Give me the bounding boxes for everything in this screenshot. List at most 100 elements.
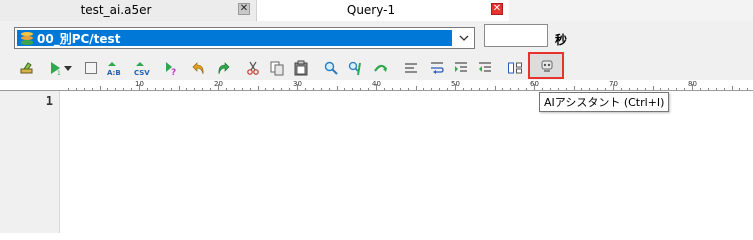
eraser-icon[interactable] (18, 59, 36, 77)
ruler-tick (747, 88, 749, 90)
paste-icon[interactable] (292, 59, 310, 77)
ruler-tick (312, 88, 314, 90)
ruler-tick (233, 88, 235, 90)
outdent-icon[interactable] (476, 59, 494, 77)
ruler-tick (360, 88, 362, 90)
ai-assistant-button[interactable] (528, 52, 564, 79)
ruler-tick (668, 88, 670, 90)
ruler-tick (549, 88, 551, 90)
ruler-tick (178, 86, 180, 90)
line-number: 1 (45, 94, 53, 108)
align-icon[interactable] (402, 59, 420, 77)
find-replace-icon[interactable] (346, 59, 364, 77)
tab-label: Query-1 (346, 3, 396, 17)
connection-select[interactable]: 00_別PC/test (14, 27, 475, 49)
tab-label: test_ai.a5er (80, 3, 152, 17)
tab-query-1[interactable]: Query-1 ✕ (257, 0, 509, 21)
cut-icon[interactable] (244, 59, 262, 77)
timeout-input[interactable] (484, 24, 548, 47)
ruler-tick (170, 88, 172, 90)
ruler-tick (715, 88, 717, 90)
close-icon[interactable]: ✕ (238, 3, 250, 15)
ruler-tick (462, 88, 464, 90)
indent-icon[interactable] (452, 59, 470, 77)
ruler-tick (431, 88, 433, 90)
column-ruler: 10 20 30 40 50 60 70 80 (0, 80, 753, 91)
ruler-tick (99, 86, 101, 90)
ruler-tick (186, 88, 188, 90)
ruler-tick (739, 88, 741, 90)
ruler-tick (194, 88, 196, 90)
ruler-tick (573, 86, 575, 90)
ruler-label: 80 (688, 80, 697, 88)
ruler-tick (115, 88, 117, 90)
tab-strip-empty (509, 0, 753, 21)
csv-export-icon[interactable]: CSV (134, 59, 152, 77)
tab-test-ai[interactable]: test_ai.a5er ✕ (0, 0, 257, 21)
ruler-tick (597, 88, 599, 90)
ruler-tick (518, 88, 520, 90)
ruler-tick (486, 88, 488, 90)
ruler-label: 70 (609, 80, 618, 88)
ruler-tick (281, 88, 283, 90)
ruler-tick (526, 88, 528, 90)
ruler-tick (336, 86, 338, 90)
ruler-tick (289, 88, 291, 90)
ruler-tick (383, 88, 385, 90)
ruler-tick (320, 88, 322, 90)
undo-icon[interactable] (190, 59, 208, 77)
ruler-tick (605, 88, 607, 90)
dropdown-arrow-icon[interactable] (62, 59, 74, 77)
line-wrap-icon[interactable] (428, 59, 446, 77)
line-number-gutter: 1 (0, 91, 60, 233)
ruler-tick (589, 88, 591, 90)
ruler-tick (67, 88, 69, 90)
copy-icon[interactable] (268, 59, 286, 77)
ruler-tick (328, 88, 330, 90)
svg-text:1: 1 (57, 70, 61, 76)
ruler-tick (107, 88, 109, 90)
ruler-label: 30 (293, 80, 302, 88)
ruler-tick (723, 88, 725, 90)
ruler-tick (676, 88, 678, 90)
wrap-icon[interactable] (372, 59, 390, 77)
ruler-tick (391, 88, 393, 90)
stop-icon[interactable] (82, 59, 100, 77)
ruler-label: 20 (214, 80, 223, 88)
ruler-tick (162, 88, 164, 90)
ruler-tick (565, 88, 567, 90)
ruler-tick (265, 88, 267, 90)
ruler-tick (83, 88, 85, 90)
ruler-tick (131, 88, 133, 90)
layout-icon[interactable] (506, 59, 524, 77)
connection-label: 00_別PC/test (37, 31, 121, 46)
ruler-tick (423, 88, 425, 90)
ruler-tick (202, 88, 204, 90)
ruler-tick (636, 88, 638, 90)
ruler-tick (352, 88, 354, 90)
database-icon (21, 31, 33, 45)
ruler-tick (660, 88, 662, 90)
timeout-unit-label: 秒 (555, 33, 568, 47)
chevron-down-icon[interactable] (457, 31, 471, 45)
ruler-tick (304, 88, 306, 90)
ruler-tick (494, 86, 496, 90)
ruler-tick (91, 88, 93, 90)
ruler-tick (368, 88, 370, 90)
ruler-label: 50 (451, 80, 460, 88)
close-icon[interactable]: ✕ (491, 3, 503, 15)
ruler-tick (439, 88, 441, 90)
redo-icon[interactable] (214, 59, 232, 77)
ruler-tick (502, 88, 504, 90)
ruler-tick (273, 88, 275, 90)
ruler-label: 40 (372, 80, 381, 88)
sql-editor[interactable]: 1 (0, 91, 753, 233)
ruler-tick (684, 88, 686, 90)
ruler-label: 10 (135, 80, 144, 88)
svg-text:A:B: A:B (107, 69, 121, 76)
ruler-tick (478, 88, 480, 90)
ab-compare-icon[interactable]: A:B (106, 59, 124, 77)
query-help-icon[interactable]: ? (162, 59, 180, 77)
ruler-tick (557, 88, 559, 90)
find-icon[interactable] (322, 59, 340, 77)
